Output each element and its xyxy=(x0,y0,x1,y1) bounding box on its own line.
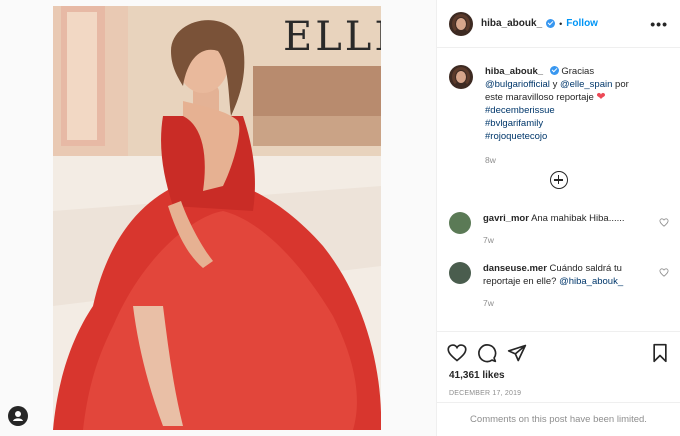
verified-badge-icon xyxy=(546,19,556,28)
comment-text: Ana mahibak Hiba...... xyxy=(531,213,625,224)
svg-text:ELLE: ELLE xyxy=(283,14,381,60)
follow-button[interactable]: Follow xyxy=(566,18,598,29)
comment-age[interactable]: 7w xyxy=(483,234,643,247)
media-column: ELLE xyxy=(0,0,436,436)
comment-item: danseuse.mer Cuándo saldrá tu reportaje … xyxy=(449,262,669,310)
mention-link[interactable]: @bulgariofficial xyxy=(485,79,550,90)
comments-limited-notice: Comments on this post have been limited. xyxy=(437,402,680,436)
post-actions: 41,361 likes DECEMBER 17, 2019 Comments … xyxy=(437,331,680,436)
action-icons xyxy=(437,332,680,366)
mention-link[interactable]: @hiba_abouk_ xyxy=(559,276,623,287)
post-photo[interactable]: ELLE xyxy=(53,6,381,430)
header-separator: • xyxy=(559,18,563,29)
comment-bubble-icon[interactable] xyxy=(477,343,497,363)
share-paper-plane-icon[interactable] xyxy=(507,343,527,363)
post-sidebar: hiba_abouk_ • Follow ••• hiba_abouk_ Gra… xyxy=(436,0,680,436)
save-bookmark-icon[interactable] xyxy=(650,343,670,363)
comments-section: hiba_abouk_ Gracias @bulgariofficial y @… xyxy=(437,49,680,331)
load-more-comments-button[interactable] xyxy=(437,171,680,194)
comment-body: danseuse.mer Cuándo saldrá tu reportaje … xyxy=(483,262,643,310)
comment-age[interactable]: 7w xyxy=(483,297,643,310)
hashtag-link[interactable]: #rojoquetecojo xyxy=(485,131,547,142)
comment-username[interactable]: danseuse.mer xyxy=(483,263,547,274)
caption-username[interactable]: hiba_abouk_ xyxy=(485,66,543,77)
mention-link[interactable]: @elle_spain xyxy=(560,79,612,90)
comment-item: gavri_mor Ana mahibak Hiba...... 7w xyxy=(449,212,669,247)
caption-text: Gracias xyxy=(561,66,595,77)
likes-count[interactable]: 41,361 likes xyxy=(437,366,680,381)
caption-age[interactable]: 8w xyxy=(485,154,645,167)
author-username[interactable]: hiba_abouk_ xyxy=(481,18,542,29)
like-comment-heart-icon[interactable] xyxy=(659,268,669,277)
post-date[interactable]: DECEMBER 17, 2019 xyxy=(437,381,680,397)
hashtag-link[interactable]: #bvlgarifamily xyxy=(485,118,543,129)
more-options-icon[interactable]: ••• xyxy=(650,17,668,31)
caption: hiba_abouk_ Gracias @bulgariofficial y @… xyxy=(437,49,680,167)
hashtag-link[interactable]: #decemberissue xyxy=(485,105,555,116)
instagram-post: ELLE hiba_abouk_ • Follow ••• xyxy=(0,0,680,436)
caption-body: hiba_abouk_ Gracias @bulgariofficial y @… xyxy=(485,65,645,167)
post-header: hiba_abouk_ • Follow ••• xyxy=(437,0,680,48)
user-tag-icon[interactable] xyxy=(8,406,28,426)
caption-text: y xyxy=(552,79,558,90)
verified-badge-icon xyxy=(549,66,559,75)
comment-avatar[interactable] xyxy=(449,212,471,234)
plus-circle-icon xyxy=(549,171,568,189)
comment-avatar[interactable] xyxy=(449,262,471,284)
author-avatar[interactable] xyxy=(449,11,473,36)
caption-avatar[interactable] xyxy=(449,65,473,89)
comment-username[interactable]: gavri_mor xyxy=(483,213,529,224)
heart-emoji-icon: ❤ xyxy=(596,91,606,103)
like-comment-heart-icon[interactable] xyxy=(659,218,669,227)
like-heart-icon[interactable] xyxy=(447,343,467,363)
comment-body: gavri_mor Ana mahibak Hiba...... 7w xyxy=(483,212,643,247)
photo-illustration: ELLE xyxy=(53,6,381,430)
